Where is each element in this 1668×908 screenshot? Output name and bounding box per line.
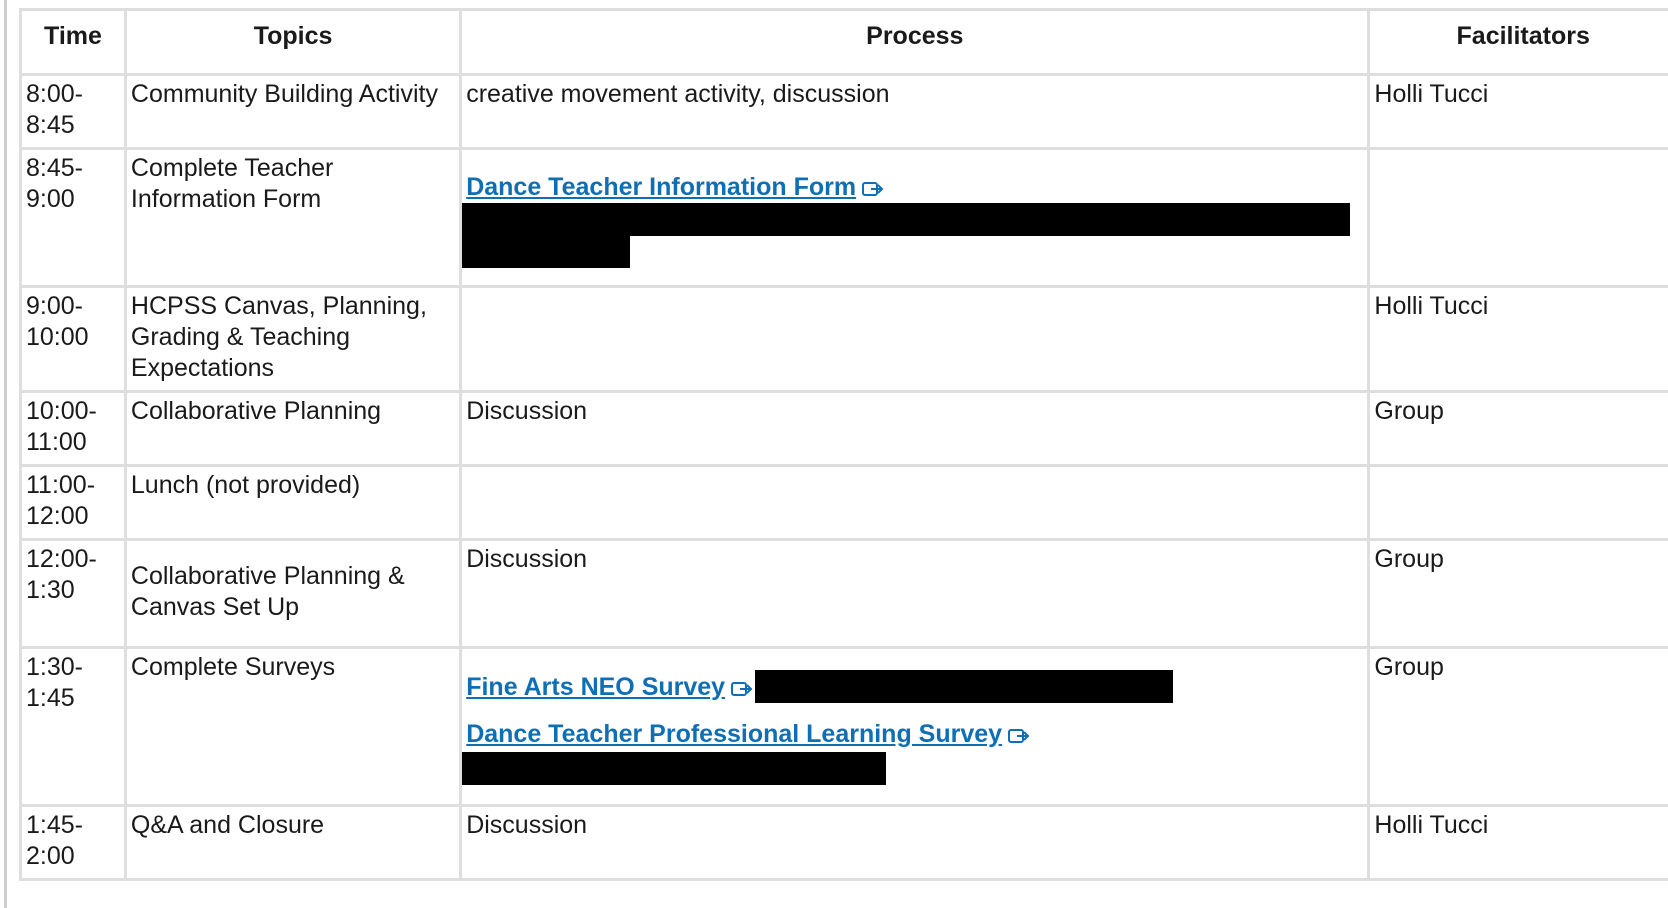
facilitator-cell: Holli Tucci xyxy=(1367,73,1668,150)
table-row: 8:00- 8:45 Community Building Activity c… xyxy=(19,73,1668,150)
left-rule xyxy=(4,0,7,908)
header-time: Time xyxy=(19,8,127,76)
process-link-line: Fine Arts NEO Survey xyxy=(466,670,1363,703)
external-link-icon xyxy=(862,174,884,196)
table-row: 1:45- 2:00 Q&A and Closure Discussion Ho… xyxy=(19,804,1668,881)
fine-arts-neo-survey-link[interactable]: Fine Arts NEO Survey xyxy=(466,673,725,701)
facilitator-cell: Holli Tucci xyxy=(1367,285,1668,393)
time-cell: 8:00- 8:45 xyxy=(19,73,127,150)
header-topics: Topics xyxy=(123,8,463,76)
dance-teacher-info-form-link[interactable]: Dance Teacher Information Form xyxy=(466,173,856,201)
topic-cell: Community Building Activity xyxy=(123,73,463,150)
redacted-block xyxy=(462,752,887,785)
process-link-line: Dance Teacher Professional Learning Surv… xyxy=(466,719,1363,750)
process-cell: Discussion xyxy=(459,390,1371,467)
process-cell: Dance Teacher Information Form xyxy=(459,147,1371,288)
topic-cell: HCPSS Canvas, Planning, Grading & Teachi… xyxy=(123,285,463,393)
time-cell: 10:00- 11:00 xyxy=(19,390,127,467)
facilitator-cell xyxy=(1367,147,1668,288)
topic-cell: Lunch (not provided) xyxy=(123,464,463,541)
external-link-icon xyxy=(731,674,753,696)
table-row: 1:30- 1:45 Complete Surveys Fine Arts NE… xyxy=(19,646,1668,807)
redacted-block xyxy=(462,203,1351,236)
header-row: Time Topics Process Facilitators xyxy=(19,8,1668,76)
facilitator-cell: Holli Tucci xyxy=(1367,804,1668,881)
time-cell: 9:00- 10:00 xyxy=(19,285,127,393)
agenda-table: Time Topics Process Facilitators 8:00- 8… xyxy=(19,8,1668,881)
process-cell: Discussion xyxy=(459,538,1371,649)
process-link-line: Dance Teacher Information Form xyxy=(466,172,1363,203)
time-cell: 11:00- 12:00 xyxy=(19,464,127,541)
topic-cell: Collaborative Planning & Canvas Set Up xyxy=(123,538,463,649)
facilitator-cell: Group xyxy=(1367,390,1668,467)
header-facilitators: Facilitators xyxy=(1367,8,1668,76)
facilitator-cell: Group xyxy=(1367,646,1668,807)
process-cell xyxy=(459,285,1371,393)
topic-cell: Collaborative Planning xyxy=(123,390,463,467)
table-row: 8:45- 9:00 Complete Teacher Information … xyxy=(19,147,1668,288)
time-cell: 12:00- 1:30 xyxy=(19,538,127,649)
table-row: 11:00- 12:00 Lunch (not provided) xyxy=(19,464,1668,541)
dance-teacher-pl-survey-link[interactable]: Dance Teacher Professional Learning Surv… xyxy=(466,720,1002,748)
topic-cell: Complete Surveys xyxy=(123,646,463,807)
facilitator-cell xyxy=(1367,464,1668,541)
time-cell: 1:30- 1:45 xyxy=(19,646,127,807)
redacted-block xyxy=(755,670,1174,703)
redacted-block xyxy=(462,236,631,268)
table-row: 12:00- 1:30 Collaborative Planning & Can… xyxy=(19,538,1668,649)
process-cell xyxy=(459,464,1371,541)
facilitator-cell: Group xyxy=(1367,538,1668,649)
process-cell: Fine Arts NEO Survey Dance Teacher Profe… xyxy=(459,646,1371,807)
header-process: Process xyxy=(459,8,1371,76)
external-link-icon xyxy=(1008,721,1030,743)
topic-cell: Complete Teacher Information Form xyxy=(123,147,463,288)
topic-cell: Q&A and Closure xyxy=(123,804,463,881)
process-cell: creative movement activity, discussion xyxy=(459,73,1371,150)
time-cell: 8:45- 9:00 xyxy=(19,147,127,288)
table-row: 9:00- 10:00 HCPSS Canvas, Planning, Grad… xyxy=(19,285,1668,393)
table-row: 10:00- 11:00 Collaborative Planning Disc… xyxy=(19,390,1668,467)
process-cell: Discussion xyxy=(459,804,1371,881)
time-cell: 1:45- 2:00 xyxy=(19,804,127,881)
